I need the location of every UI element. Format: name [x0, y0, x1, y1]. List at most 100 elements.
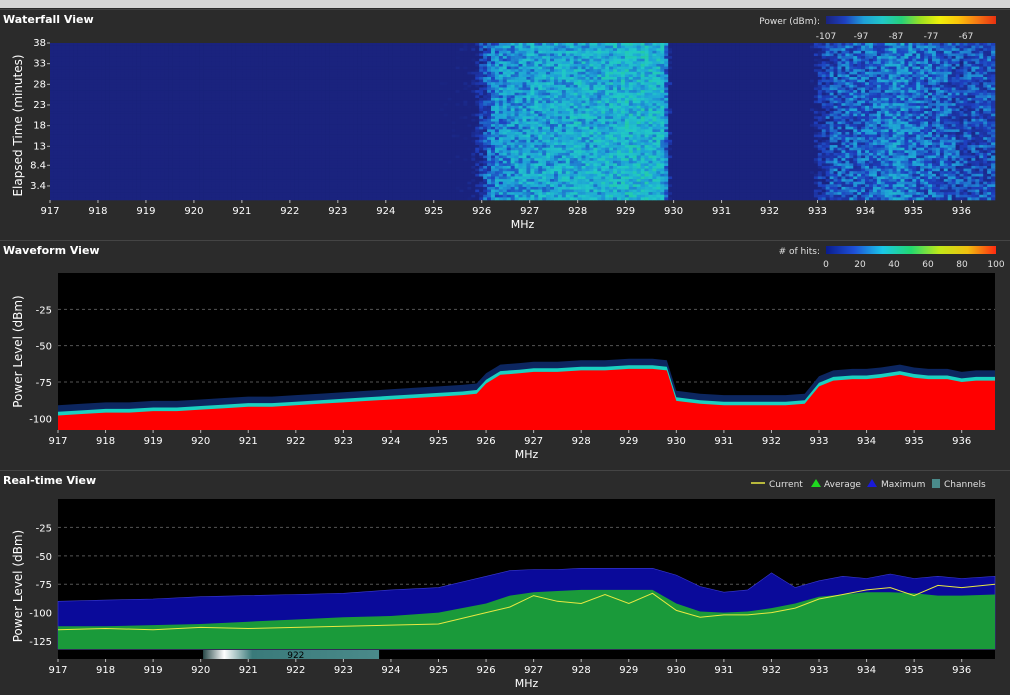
- waterfall-cell: [199, 186, 204, 190]
- waterfall-cell: [246, 194, 252, 198]
- waterfall-cell: [187, 160, 193, 164]
- waterfall-cell: [172, 176, 177, 180]
- waterfall-cell: [266, 145, 271, 148]
- waterfall-cell: [302, 165, 307, 169]
- waterfall-cell: [239, 197, 244, 201]
- waterfall-cell: [305, 92, 311, 96]
- waterfall-cell: [160, 137, 165, 141]
- waterfall-cell: [274, 90, 279, 94]
- waterfall-cell: [148, 48, 153, 52]
- waterfall-cell: [286, 131, 291, 135]
- waterfall-cell: [168, 58, 173, 62]
- waterfall-cell: [262, 45, 267, 49]
- waterfall-cell: [215, 129, 220, 133]
- waterfall-cell: [195, 111, 200, 114]
- waterfall-cell: [376, 48, 382, 52]
- waterfall-cell: [235, 186, 240, 190]
- waterfall-cell: [321, 194, 326, 198]
- waterfall-cell: [372, 131, 378, 135]
- waterfall-cell: [242, 137, 248, 141]
- waterfall-cell: [305, 145, 311, 148]
- waterfall-cell: [337, 90, 342, 94]
- waterfall-cell: [124, 90, 130, 94]
- waterfall-cell: [156, 124, 161, 128]
- waterfall-cell: [85, 168, 90, 172]
- waterfall-cell: [215, 186, 220, 190]
- waterfall-cell: [278, 181, 283, 185]
- waterfall-cell: [309, 168, 315, 172]
- waterfall-cell: [61, 45, 67, 49]
- waterfall-cell: [309, 87, 315, 91]
- waterfall-cell: [313, 105, 319, 109]
- waterfall-cell: [176, 131, 181, 135]
- waterfall-cell: [361, 45, 366, 49]
- waterfall-cell: [353, 142, 358, 146]
- waterfall-cell: [298, 126, 303, 130]
- waterfall-cell: [372, 197, 378, 201]
- waterfall-cell: [53, 82, 59, 86]
- waterfall-cell: [124, 45, 130, 49]
- waterfall-cell: [250, 142, 256, 146]
- waterfall-cell: [313, 192, 319, 196]
- waterfall-cell: [215, 181, 220, 185]
- waterfall-cell: [302, 197, 307, 201]
- waterfall-cell: [183, 163, 189, 167]
- waterfall-cell: [349, 100, 354, 104]
- waterfall-cell: [333, 131, 338, 135]
- waterfall-cell: [270, 179, 275, 182]
- waterfall-cell: [160, 126, 165, 130]
- waterfall-cell: [353, 163, 358, 167]
- waterfall-cell: [176, 147, 181, 151]
- waterfall-cell: [140, 163, 145, 167]
- waterfall-cell: [203, 53, 208, 57]
- waterfall-cell: [168, 173, 173, 177]
- waterfall-cell: [270, 139, 275, 143]
- waterfall-cell: [239, 184, 244, 188]
- waterfall-cell: [353, 87, 358, 91]
- waterfall-cell: [329, 113, 334, 117]
- waterfall-cell: [57, 121, 63, 125]
- waterfall-cell: [191, 61, 196, 65]
- waterfall-cell: [254, 53, 259, 57]
- waterfall-cell: [365, 92, 370, 96]
- waterfall-cell: [77, 150, 82, 154]
- waterfall-cell: [183, 179, 189, 182]
- waterfall-cell: [357, 165, 362, 169]
- waterfall-cell: [152, 176, 157, 180]
- waterfall-cell: [124, 186, 130, 190]
- waterfall-cell: [69, 142, 74, 146]
- waterfall-cell: [53, 56, 59, 59]
- waterfall-cell: [132, 100, 137, 104]
- waterfall-cell: [101, 163, 106, 167]
- waterfall-cell: [160, 58, 165, 62]
- waterfall-cell: [302, 84, 307, 88]
- waterfall-cell: [305, 126, 311, 130]
- waterfall-cell: [179, 56, 185, 59]
- waterfall-cell: [116, 192, 122, 196]
- waterfall-cell: [93, 152, 98, 156]
- waterfall-cell: [357, 53, 362, 57]
- waterfall-cell: [353, 160, 358, 164]
- waterfall-cell: [199, 121, 204, 125]
- waterfall-cell: [116, 111, 122, 114]
- waterfall-cell: [317, 129, 322, 133]
- waterfall-cell: [242, 171, 248, 175]
- waterfall-cell: [168, 168, 173, 172]
- waterfall-cell: [69, 186, 74, 190]
- waterfall-cell: [302, 134, 307, 138]
- waterfall-cell: [254, 108, 259, 112]
- waterfall-cell: [302, 147, 307, 151]
- waterfall-cell: [50, 124, 55, 128]
- waterfall-cell: [325, 139, 330, 143]
- waterfall-cell: [361, 160, 366, 164]
- waterfall-cell: [246, 121, 252, 125]
- waterfall-cell: [61, 87, 67, 91]
- waterfall-cell: [258, 152, 263, 156]
- waterfall-cell: [337, 158, 342, 162]
- waterfall-cell: [341, 184, 346, 188]
- waterfall-cell: [349, 168, 354, 172]
- waterfall-cell: [239, 118, 244, 122]
- waterfall-cell: [254, 192, 259, 196]
- waterfall-cell: [65, 79, 70, 83]
- waterfall-cell: [57, 61, 63, 65]
